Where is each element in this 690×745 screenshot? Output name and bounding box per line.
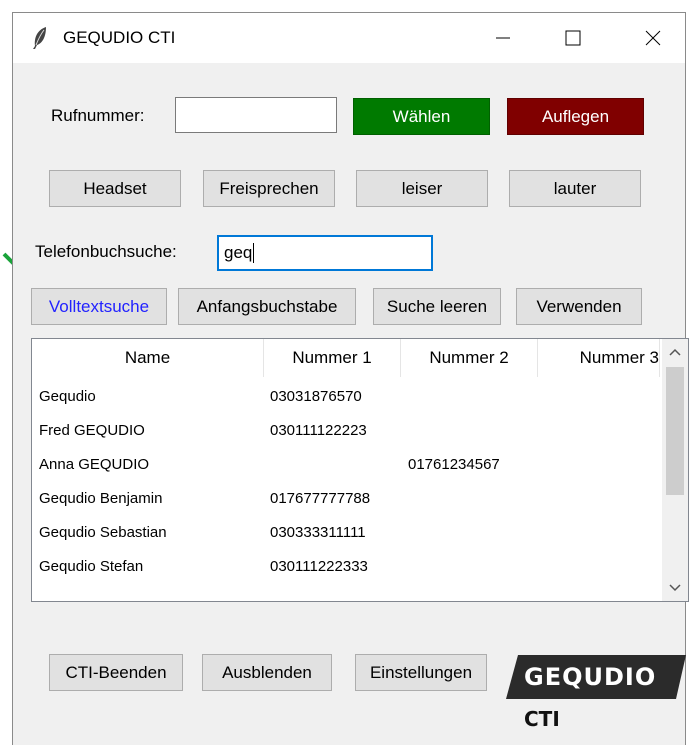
maximize-button[interactable] (553, 21, 593, 55)
app-window: GEQUDIO CTI Rufnummer: Wählen Auflegen H… (12, 12, 689, 745)
text-caret (253, 243, 255, 263)
contacts-table[interactable]: Name Nummer 1 Nummer 2 Nummer 3 Gequdio … (31, 338, 689, 602)
phone-number-label: Rufnummer: (51, 106, 145, 125)
fulltext-search-button[interactable]: Volltextsuche (31, 288, 167, 325)
cell-name: Gequdio Sebastian (39, 524, 167, 541)
column-header-name[interactable]: Name (32, 339, 264, 377)
cell-number1: 03031876570 (270, 388, 362, 405)
column-header-number3-label: Nummer 3 (579, 348, 659, 367)
column-header-number1[interactable]: Nummer 1 (264, 339, 401, 377)
speaker-button[interactable]: Freisprechen (203, 170, 335, 207)
clear-search-button[interactable]: Suche leeren (373, 288, 501, 325)
headset-button[interactable]: Headset (49, 170, 181, 207)
hangup-button[interactable]: Auflegen (507, 98, 644, 135)
cell-number1: 030333311111 (270, 524, 366, 541)
phonebook-search-label: Telefonbuchsuche: (35, 242, 177, 261)
close-button[interactable] (633, 21, 673, 55)
cell-name: Gequdio (39, 388, 96, 405)
table-row[interactable]: Gequdio Stefan 030111222333 (32, 551, 660, 585)
title-bar: GEQUDIO CTI (13, 13, 685, 63)
table-row[interactable]: Anna GEQUDIO 01761234567 (32, 449, 660, 483)
column-header-number2[interactable]: Nummer 2 (401, 339, 538, 377)
volume-down-button[interactable]: leiser (356, 170, 488, 207)
close-icon (645, 30, 661, 46)
scroll-down-icon[interactable] (668, 583, 682, 593)
feather-icon (33, 27, 46, 49)
cell-name: Gequdio Stefan (39, 558, 144, 575)
cell-number1: 017677777788 (270, 490, 371, 507)
logo-sub: CTI (524, 707, 560, 731)
column-header-number3[interactable]: Nummer 3 (538, 339, 660, 377)
cell-name: Gequdio Benjamin (39, 490, 163, 507)
table-row[interactable]: Gequdio Benjamin 017677777788 (32, 483, 660, 517)
scrollbar-thumb[interactable] (666, 367, 684, 495)
use-button[interactable]: Verwenden (516, 288, 642, 325)
scroll-up-icon[interactable] (668, 347, 682, 357)
phonebook-search-value: geq (224, 243, 253, 262)
gequdio-logo: GEQUDIO CTI (506, 655, 686, 733)
cell-number2: 01761234567 (408, 456, 500, 473)
window-title: GEQUDIO CTI (63, 28, 176, 47)
phone-number-input[interactable] (175, 97, 337, 133)
cell-name: Anna GEQUDIO (39, 456, 150, 473)
table-row[interactable]: Gequdio 03031876570 (32, 381, 660, 415)
minimize-icon (496, 37, 510, 39)
cell-number1: 030111122223 (270, 422, 367, 439)
cell-number1: 030111222333 (270, 558, 368, 575)
prefix-search-button[interactable]: Anfangsbuchstabe (178, 288, 356, 325)
table-row[interactable]: Fred GEQUDIO 030111122223 (32, 415, 660, 449)
quit-cti-button[interactable]: CTI-Beenden (49, 654, 183, 691)
volume-up-button[interactable]: lauter (509, 170, 641, 207)
phonebook-search-input[interactable]: geq (217, 235, 433, 271)
settings-button[interactable]: Einstellungen (355, 654, 487, 691)
minimize-button[interactable] (483, 21, 523, 55)
call-button[interactable]: Wählen (353, 98, 490, 135)
maximize-icon (565, 30, 581, 46)
cell-name: Fred GEQUDIO (39, 422, 145, 439)
hide-button[interactable]: Ausblenden (202, 654, 332, 691)
logo-brand: GEQUDIO (524, 663, 657, 691)
table-row[interactable]: Gequdio Sebastian 030333311111 (32, 517, 660, 551)
vertical-scrollbar[interactable] (662, 339, 688, 601)
